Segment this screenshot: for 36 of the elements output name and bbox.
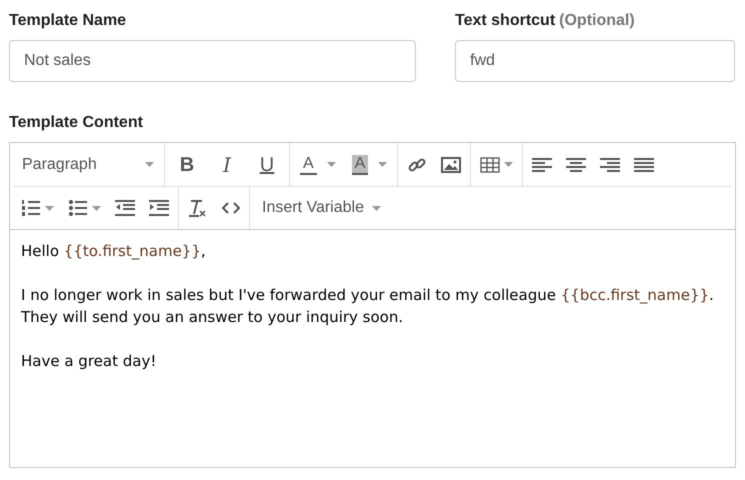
caret-icon: [504, 162, 514, 167]
caret-icon: [372, 206, 381, 210]
paragraph: I no longer work in sales but I've forwarded your email to my colleague {{bcc.first_name}}. They will send you an answer to your inquiry soon.: [21, 285, 715, 328]
align-right-icon: [600, 156, 620, 174]
bulleted-list-icon: [68, 198, 88, 218]
align-center-icon: [566, 156, 586, 174]
caret-icon: [378, 162, 388, 167]
paragraph: Have a great day!: [21, 351, 158, 372]
caret-icon: [92, 206, 101, 210]
numbered-list-icon: [21, 198, 41, 218]
editor-content[interactable]: Hello {{to.first_name}}, I no longer work in sales but I've forwarded your email to my colleague {{bcc.first_name}}. They will send you an answer to your inquiry soon. Have a great day!: [10, 230, 735, 467]
align-left-icon: [532, 156, 552, 174]
italic-button[interactable]: I: [207, 148, 247, 180]
caret-icon: [45, 206, 54, 210]
clear-formatting-icon: [188, 198, 208, 218]
template-name-field[interactable]: Not sales: [9, 40, 416, 82]
insert-variable-dropdown[interactable]: Insert Variable: [252, 192, 391, 224]
field-label: Template Name: [9, 11, 128, 31]
field-label: Text shortcut: [455, 11, 556, 31]
caret-icon: [326, 162, 336, 167]
justify-icon: [634, 156, 654, 174]
underline-button[interactable]: U: [247, 148, 287, 180]
bold-button[interactable]: B: [167, 148, 207, 180]
caret-icon: [145, 162, 154, 167]
text-shortcut-field[interactable]: fwd: [455, 40, 735, 82]
image-icon: [441, 156, 462, 174]
block-format-dropdown[interactable]: Paragraph: [14, 148, 162, 180]
background-color-button[interactable]: A: [344, 148, 396, 180]
paragraph: Hello {{to.first_name}},: [21, 241, 207, 262]
indent-icon: [149, 199, 169, 217]
optional-hint: (Optional): [559, 11, 635, 31]
table-icon: [480, 156, 500, 172]
field-label: Template Content: [9, 113, 144, 133]
code-icon: [222, 201, 240, 215]
outdent-icon: [115, 199, 135, 217]
text-color-button[interactable]: A: [292, 148, 344, 180]
